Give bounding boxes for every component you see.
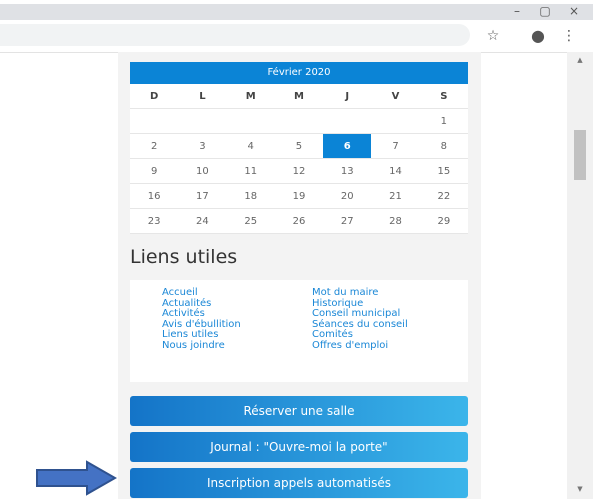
menu-icon[interactable]: ⋮ — [560, 28, 578, 44]
weekday-label: M — [274, 84, 324, 109]
calendar-grid: D L M M J V S 1 2 3 4 5 6 7 8 9 10 11 12… — [130, 84, 468, 234]
calendar-day[interactable]: 2 — [130, 133, 179, 159]
calendar-day[interactable]: 29 — [419, 208, 468, 234]
calendar-day[interactable]: 23 — [130, 208, 179, 234]
calendar-week-row: 16 17 18 19 20 21 22 — [130, 183, 468, 209]
link-liens-utiles[interactable]: Liens utiles — [162, 329, 241, 341]
sidebar-panel: Février 2020 D L M M J V S 1 2 3 4 5 6 7… — [118, 52, 481, 499]
maximize-button[interactable]: ▢ — [533, 4, 557, 18]
calendar-day[interactable]: 16 — [130, 183, 179, 209]
reserver-salle-button[interactable]: Réserver une salle — [130, 396, 468, 426]
calendar-weekday-row: D L M M J V S — [130, 84, 468, 109]
calendar-day — [178, 108, 227, 134]
calendar-day[interactable]: 4 — [226, 133, 275, 159]
link-accueil[interactable]: Accueil — [162, 287, 241, 299]
calendar-day — [130, 108, 179, 134]
calendar-week-row: 2 3 4 5 6 7 8 — [130, 133, 468, 159]
links-column-right: Mot du maire Historique Conseil municipa… — [312, 287, 408, 352]
calendar-day[interactable]: 10 — [178, 158, 227, 184]
weekday-label: D — [130, 84, 179, 109]
calendar-day[interactable]: 20 — [323, 183, 372, 209]
toolbar: ☆ ● ⋮ — [0, 20, 593, 53]
calendar-day[interactable]: 22 — [419, 183, 468, 209]
weekday-label: S — [419, 84, 468, 109]
pointer-arrow-icon — [36, 460, 117, 496]
minimize-button[interactable]: – — [505, 4, 529, 18]
link-mot-du-maire[interactable]: Mot du maire — [312, 287, 408, 299]
calendar-day[interactable]: 13 — [323, 158, 372, 184]
calendar-day[interactable]: 1 — [419, 108, 468, 134]
calendar-day — [371, 108, 420, 134]
calendar-day[interactable]: 8 — [419, 133, 468, 159]
weekday-label: M — [226, 84, 275, 109]
weekday-label: J — [323, 84, 372, 109]
calendar: Février 2020 D L M M J V S 1 2 3 4 5 6 7… — [130, 62, 468, 234]
liens-utiles-heading: Liens utiles — [130, 246, 238, 268]
calendar-month-title: Février 2020 — [130, 62, 468, 84]
calendar-day[interactable]: 28 — [371, 208, 420, 234]
calendar-week-row: 9 10 11 12 13 14 15 — [130, 158, 468, 184]
calendar-day-today[interactable]: 6 — [323, 133, 372, 159]
scroll-down-arrow-icon[interactable]: ▼ — [567, 485, 593, 497]
weekday-label: L — [178, 84, 227, 109]
calendar-day[interactable]: 11 — [226, 158, 275, 184]
calendar-day[interactable]: 27 — [323, 208, 372, 234]
calendar-day[interactable]: 19 — [274, 183, 324, 209]
calendar-day — [274, 108, 324, 134]
bookmark-star-icon[interactable]: ☆ — [484, 28, 502, 44]
title-bar: – ▢ × — [0, 0, 593, 20]
link-nous-joindre[interactable]: Nous joindre — [162, 340, 241, 352]
link-conseil-municipal[interactable]: Conseil municipal — [312, 308, 408, 320]
scroll-thumb[interactable] — [574, 130, 586, 180]
calendar-day[interactable]: 21 — [371, 183, 420, 209]
calendar-day[interactable]: 3 — [178, 133, 227, 159]
address-bar[interactable] — [0, 24, 470, 46]
link-offres-emploi[interactable]: Offres d'emploi — [312, 340, 408, 352]
inscription-appels-button[interactable]: Inscription appels automatisés — [130, 468, 468, 498]
calendar-day[interactable]: 25 — [226, 208, 275, 234]
calendar-day[interactable]: 26 — [274, 208, 324, 234]
calendar-day[interactable]: 9 — [130, 158, 179, 184]
calendar-day[interactable]: 12 — [274, 158, 324, 184]
account-icon[interactable]: ● — [529, 28, 547, 44]
useful-links-box: Accueil Actualités Activités Avis d'ébul… — [130, 280, 468, 382]
calendar-day[interactable]: 5 — [274, 133, 324, 159]
calendar-week-row: 1 — [130, 108, 468, 134]
calendar-day — [226, 108, 275, 134]
calendar-day[interactable]: 15 — [419, 158, 468, 184]
scroll-up-arrow-icon[interactable]: ▲ — [567, 56, 593, 68]
links-column-left: Accueil Actualités Activités Avis d'ébul… — [162, 287, 241, 352]
calendar-day[interactable]: 17 — [178, 183, 227, 209]
calendar-day[interactable]: 24 — [178, 208, 227, 234]
close-button[interactable]: × — [562, 4, 586, 18]
journal-button[interactable]: Journal : "Ouvre-moi la porte" — [130, 432, 468, 462]
calendar-day[interactable]: 18 — [226, 183, 275, 209]
link-activites[interactable]: Activités — [162, 308, 241, 320]
calendar-day[interactable]: 14 — [371, 158, 420, 184]
weekday-label: V — [371, 84, 420, 109]
scrollbar[interactable]: ▲ ▼ — [567, 52, 593, 499]
calendar-week-row: 23 24 25 26 27 28 29 — [130, 208, 468, 234]
calendar-day — [323, 108, 372, 134]
link-comites[interactable]: Comités — [312, 329, 408, 341]
calendar-day[interactable]: 7 — [371, 133, 420, 159]
